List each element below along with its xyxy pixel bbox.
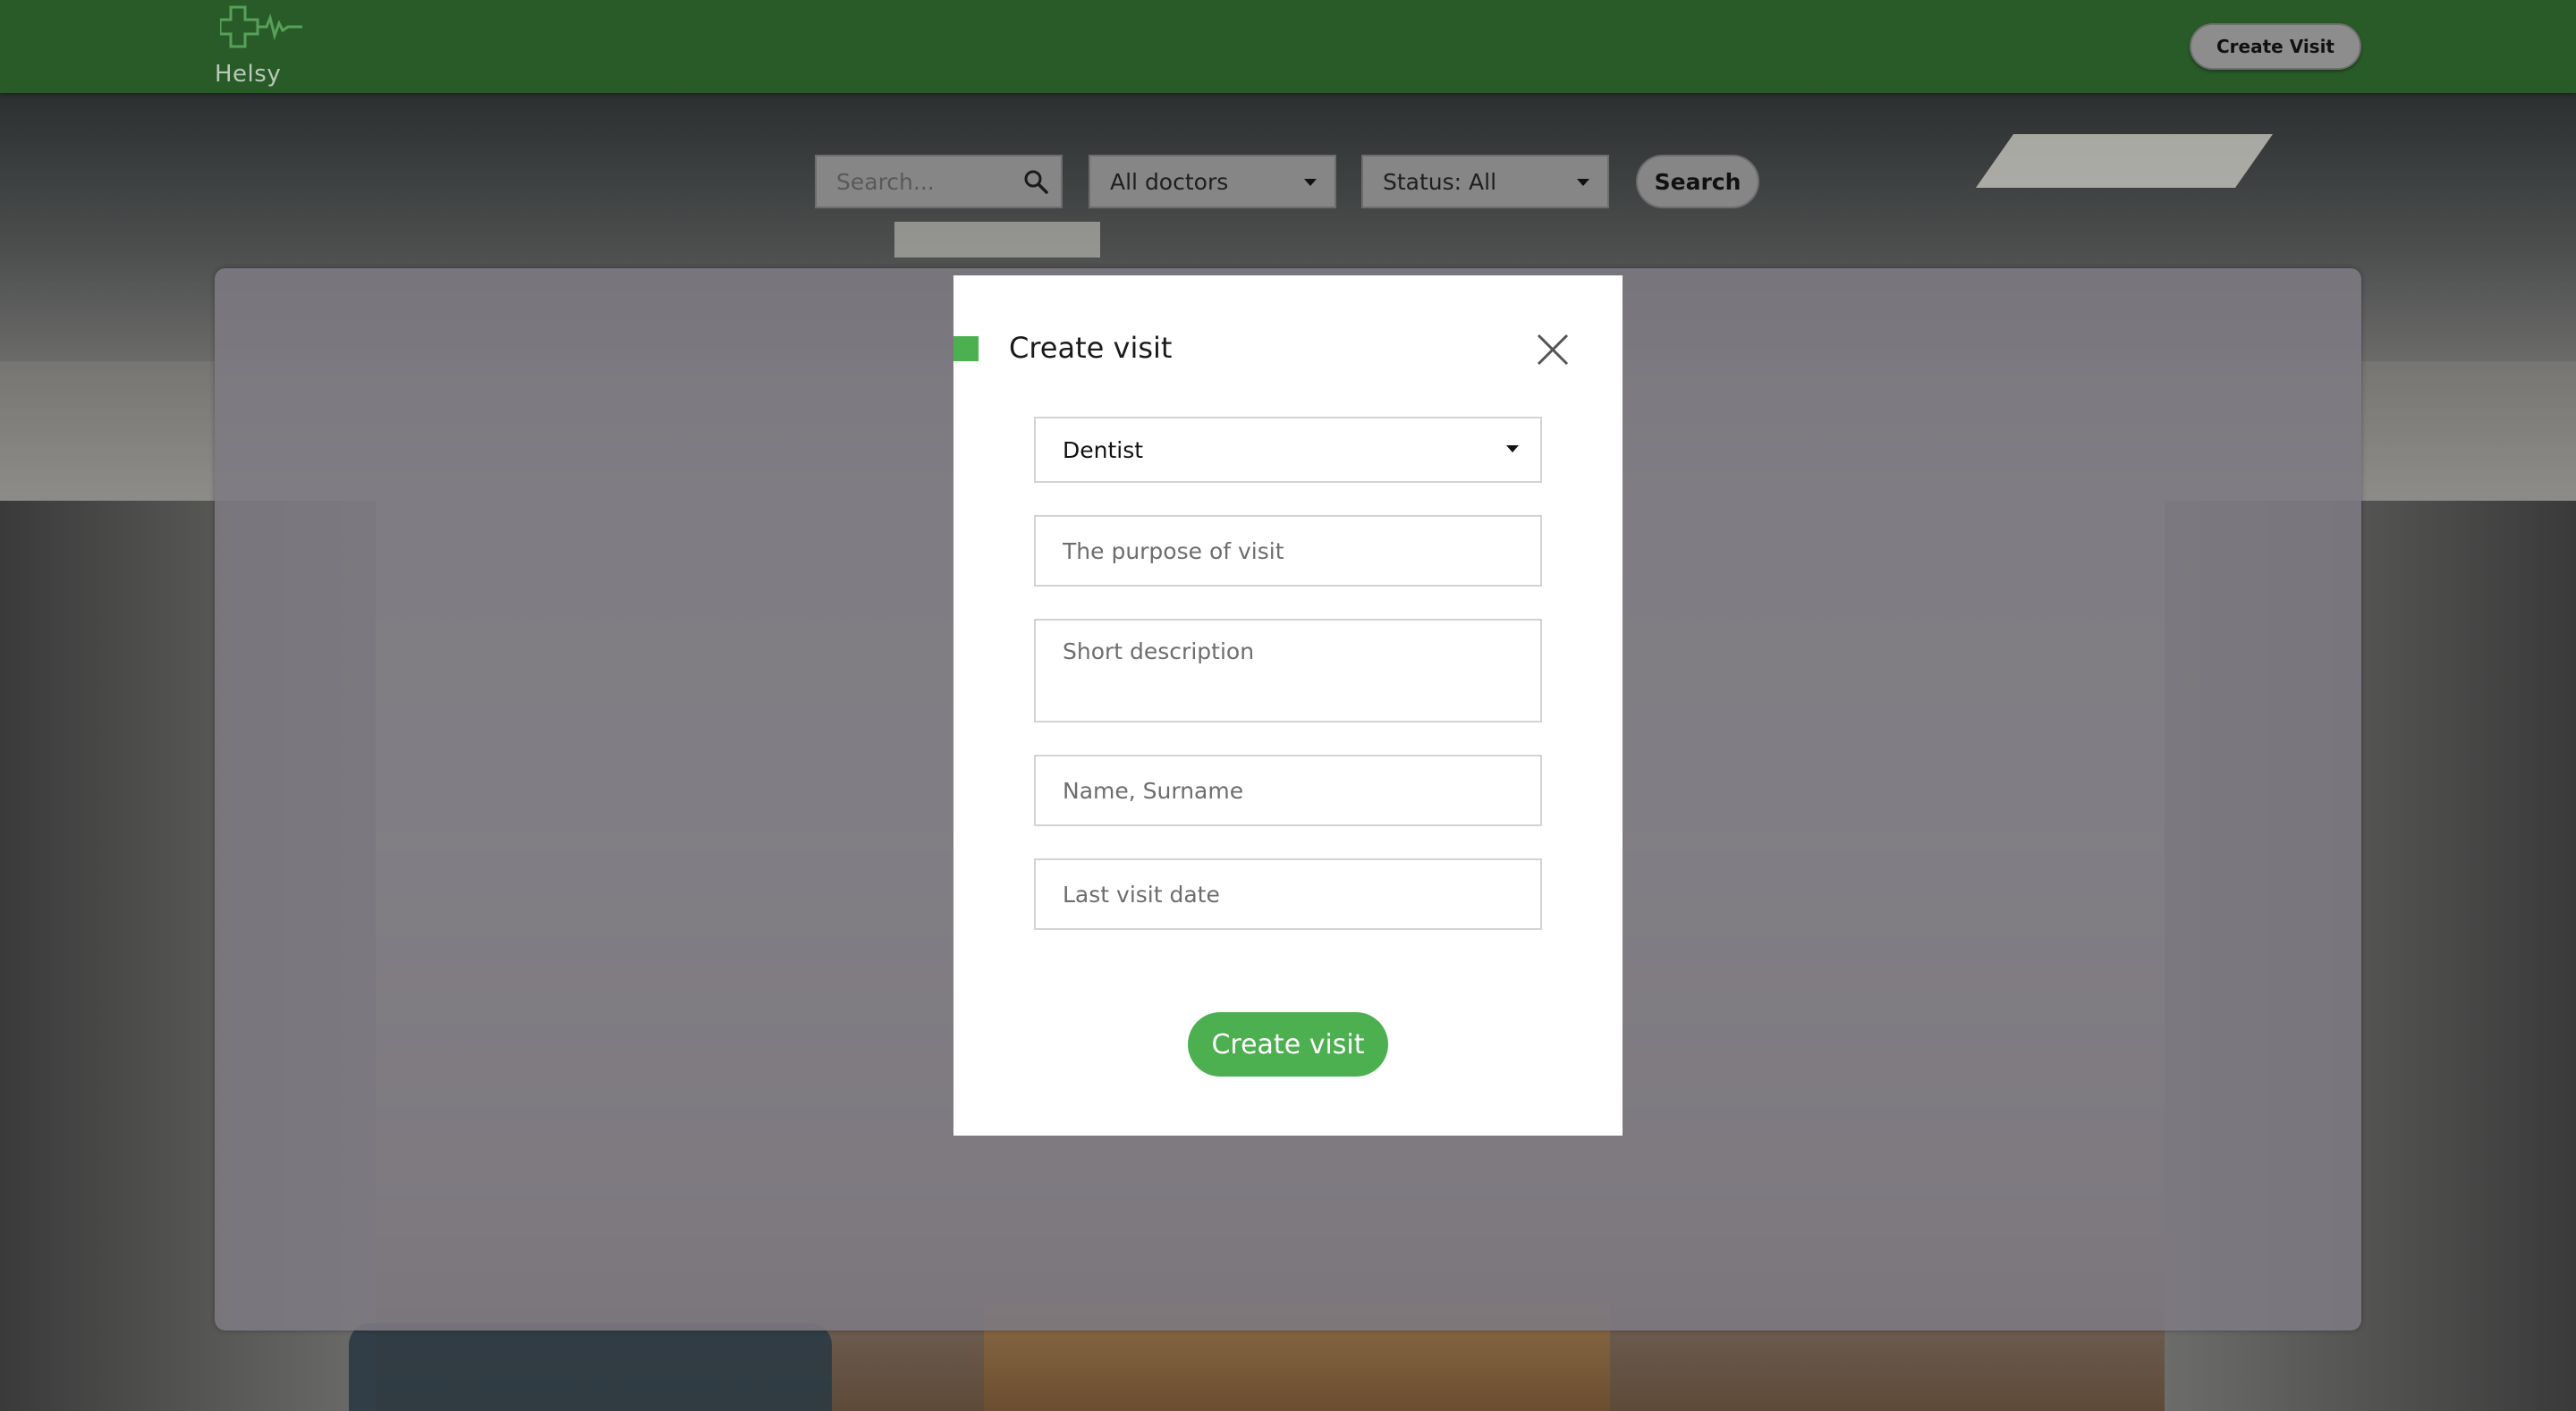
- status-filter-select[interactable]: Status: All: [1361, 155, 1609, 208]
- last-visit-date-input[interactable]: Last visit date: [1034, 858, 1542, 930]
- chevron-down-icon: [1304, 179, 1317, 186]
- doctor-select[interactable]: Dentist: [1034, 417, 1542, 483]
- logo[interactable]: Helsy: [213, 5, 302, 88]
- modal-accent-marker: [953, 336, 979, 361]
- search-placeholder: Search...: [836, 168, 935, 195]
- doctor-filter-value: All doctors: [1110, 168, 1229, 195]
- top-header: Helsy Create Visit: [0, 0, 2576, 93]
- search-icon[interactable]: [1023, 169, 1048, 194]
- hospital-bed: [349, 1323, 832, 1411]
- name-input[interactable]: Name, Surname: [1034, 755, 1542, 826]
- chevron-down-icon: [1506, 445, 1519, 452]
- medical-cross-pulse-icon: [220, 5, 302, 48]
- doctor-filter-select[interactable]: All doctors: [1089, 155, 1336, 208]
- close-icon[interactable]: [1535, 332, 1571, 368]
- purpose-placeholder: The purpose of visit: [1063, 537, 1284, 564]
- logo-text: Helsy: [215, 61, 282, 88]
- modal-title: Create visit: [1009, 331, 1173, 365]
- create-visit-modal: Create visit Dentist The purpose of visi…: [953, 275, 1623, 1136]
- search-input[interactable]: Search...: [815, 155, 1063, 208]
- submit-create-visit-button[interactable]: Create visit: [1188, 1012, 1388, 1077]
- ceiling-light: [1975, 134, 2274, 188]
- ceiling-light: [894, 222, 1100, 258]
- purpose-input[interactable]: The purpose of visit: [1034, 515, 1542, 587]
- name-placeholder: Name, Surname: [1063, 777, 1244, 804]
- status-filter-value: Status: All: [1383, 168, 1497, 195]
- doctor-select-value: Dentist: [1063, 436, 1144, 463]
- last-visit-placeholder: Last visit date: [1063, 881, 1220, 908]
- search-button[interactable]: Search: [1636, 155, 1759, 208]
- create-visit-button[interactable]: Create Visit: [2190, 23, 2361, 70]
- chevron-down-icon: [1577, 179, 1589, 186]
- description-placeholder: Short description: [1063, 638, 1255, 664]
- description-textarea[interactable]: Short description: [1034, 619, 1542, 722]
